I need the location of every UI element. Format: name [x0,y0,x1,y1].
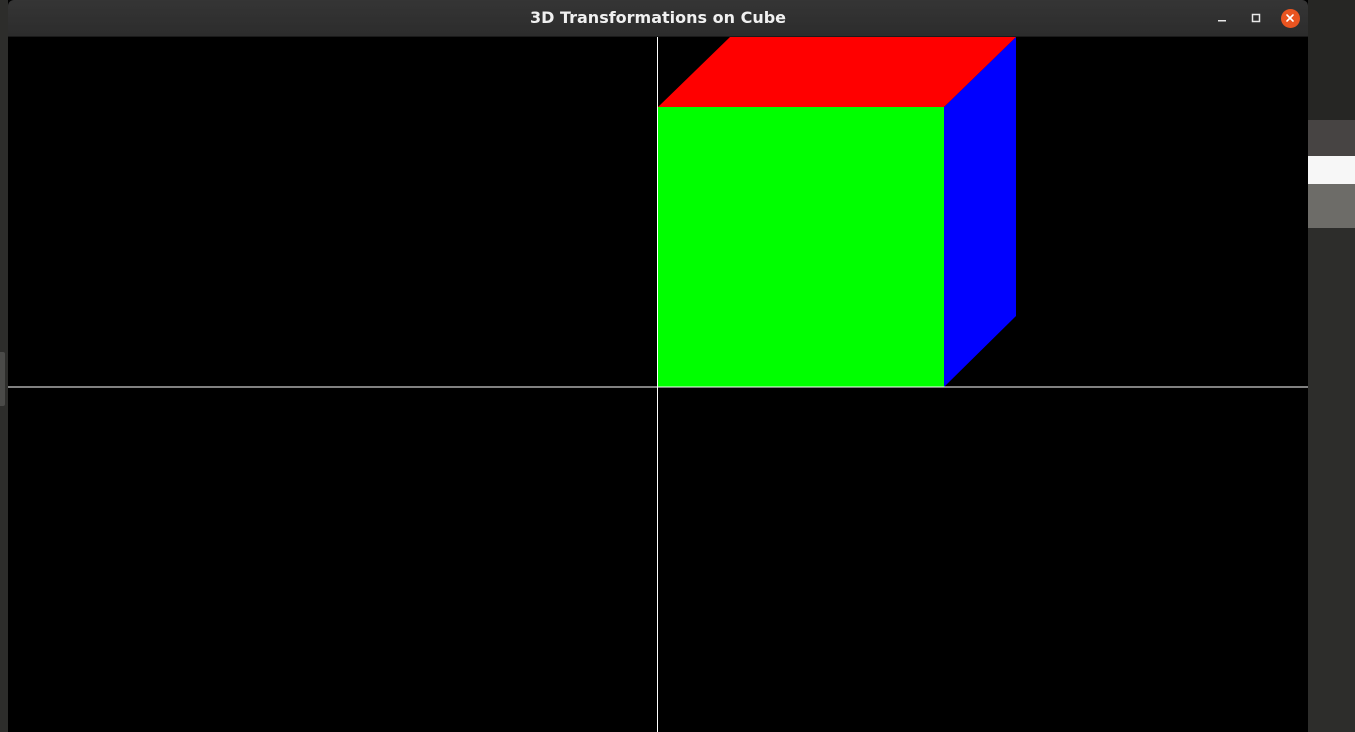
close-icon [1286,14,1294,22]
maximize-icon [1251,13,1261,23]
window-titlebar[interactable]: 3D Transformations on Cube [8,0,1308,37]
close-button[interactable] [1280,8,1300,28]
cube-scene [8,37,1308,732]
dock-edge-handle[interactable] [0,352,5,406]
drawing-canvas[interactable] [8,37,1308,732]
background-window-panel [1308,184,1355,228]
maximize-button[interactable] [1246,8,1266,28]
background-window-header [1308,120,1355,156]
close-button-circle [1280,8,1300,28]
background-window-edge [1308,0,1355,120]
cube-front-face [658,107,944,387]
app-window: 3D Transformations on Cube [8,0,1308,732]
window-title: 3D Transformations on Cube [529,8,787,27]
minimize-button[interactable] [1212,8,1232,28]
minimize-icon [1218,20,1226,22]
background-window-field [1308,156,1355,184]
